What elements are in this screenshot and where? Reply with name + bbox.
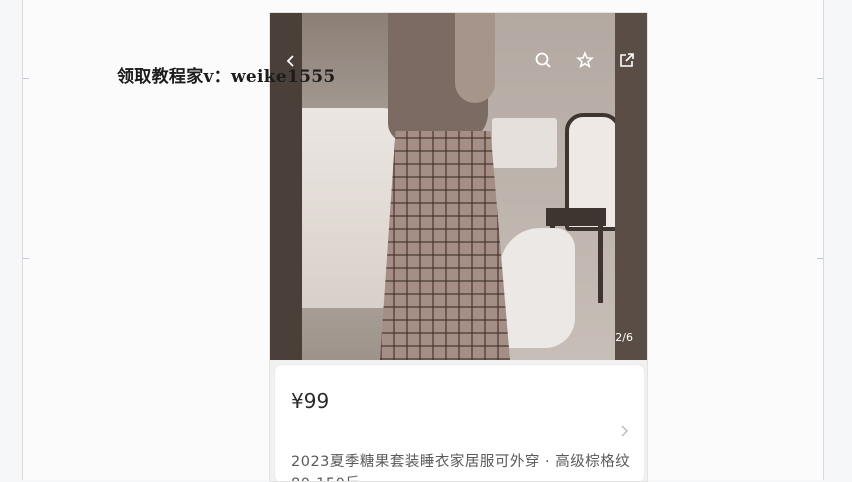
image-counter: 2/6 (615, 331, 633, 344)
photo-plaid-pants (380, 131, 510, 360)
search-button[interactable] (530, 49, 556, 75)
favorite-button[interactable] (572, 49, 598, 75)
share-button[interactable] (614, 49, 640, 75)
search-icon (534, 51, 552, 73)
share-icon (618, 51, 636, 73)
product-price: ¥99 (291, 389, 330, 413)
photo-chair-seat (546, 208, 606, 226)
chevron-right-icon[interactable] (620, 423, 630, 442)
product-title: 2023夏季糖果套装睡衣家居服可外穿 · 高级棕格纹80-150斤 (291, 454, 631, 481)
photo-person-arm (455, 13, 495, 103)
star-icon (576, 50, 594, 73)
watermark-text: 领取教程家v：weike1555 (117, 67, 336, 87)
ruler-tick (23, 258, 29, 259)
photo-drape (500, 228, 575, 348)
ruler-tick (817, 78, 823, 79)
photo-chair-leg (598, 223, 603, 303)
ruler-tick (23, 78, 29, 79)
product-info-card[interactable]: ¥99 2023夏季糖果套装睡衣家居服可外穿 · 高级棕格纹80-150斤 (274, 364, 645, 481)
product-info-area: ¥99 2023夏季糖果套装睡衣家居服可外穿 · 高级棕格纹80-150斤 (270, 360, 647, 481)
photo-nightstand (492, 118, 557, 168)
ruler-tick (817, 258, 823, 259)
